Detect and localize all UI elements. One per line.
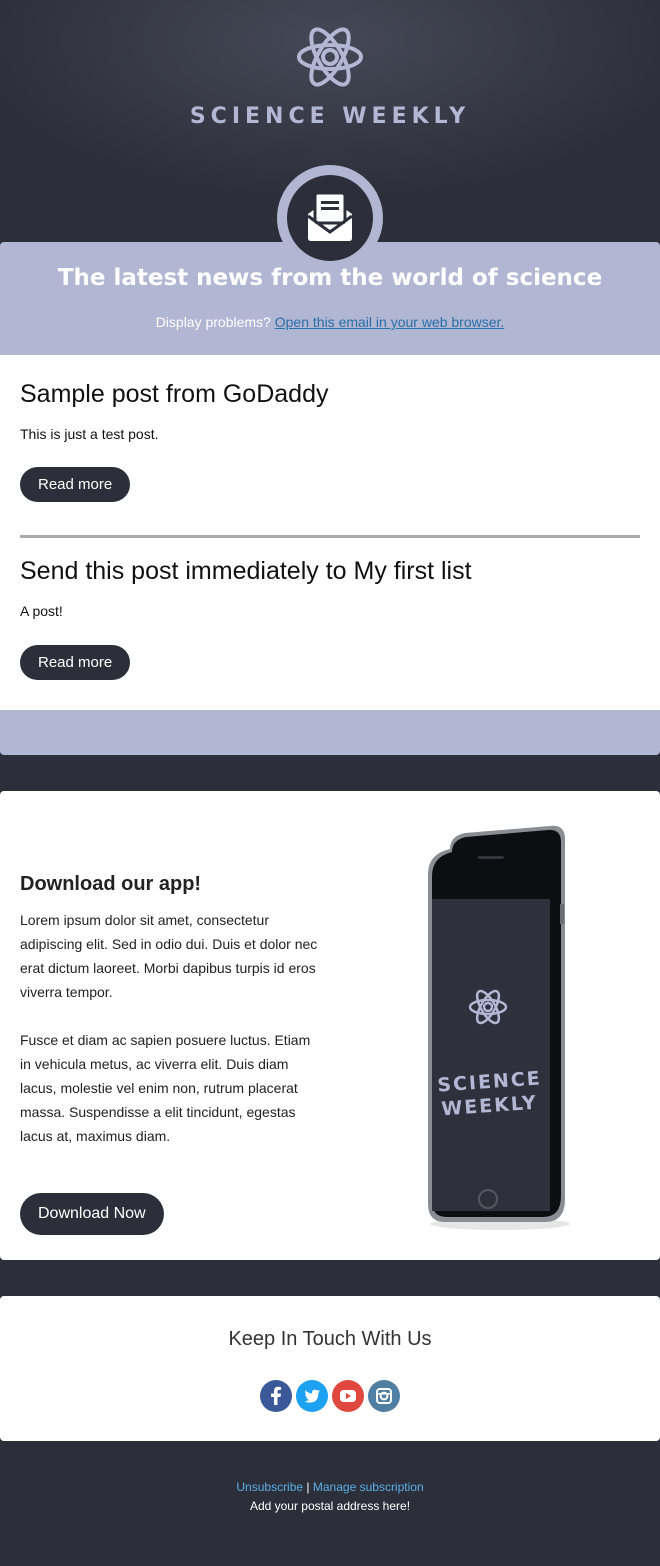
facebook-icon[interactable] (260, 1380, 292, 1412)
phone-image: SCIENCE WEEKLY (428, 825, 570, 1230)
app-title: Download our app! (20, 873, 202, 895)
app-paragraph: Lorem ipsum dolor sit amet, consectetur … (20, 912, 318, 1000)
post-divider (20, 535, 640, 538)
post-excerpt: This is just a test post. (20, 426, 159, 442)
post-title: Sample post from GoDaddy (20, 380, 329, 408)
atom-icon (297, 27, 363, 87)
post-item: Send this post immediately to My first l… (20, 557, 640, 680)
footer-links: Unsubscribe | Manage subscription (0, 1480, 660, 1494)
open-in-browser-link[interactable]: Open this email in your web browser. (275, 314, 505, 330)
post-excerpt: A post! (20, 603, 63, 619)
unsubscribe-link[interactable]: Unsubscribe (236, 1480, 303, 1494)
display-problems-label: Display problems? (155, 314, 271, 330)
keep-in-touch-card: Keep In Touch With Us (0, 1296, 660, 1441)
postal-address: Add your postal address here! (249, 1499, 411, 1513)
instagram-icon[interactable] (368, 1380, 400, 1412)
manage-subscription-link[interactable]: Manage subscription (313, 1480, 424, 1494)
download-now-button[interactable]: Download Now (20, 1193, 164, 1235)
brand-name: SCIENCE WEEKLY (189, 104, 471, 129)
posts-section: Sample post from GoDaddy This is just a … (0, 355, 660, 710)
app-promo-card: Download our app! Lorem ipsum dolor sit … (0, 791, 660, 1260)
read-more-button[interactable]: Read more (20, 645, 131, 680)
footer-separator: | (306, 1480, 310, 1494)
post-title: Send this post immediately to My first l… (20, 557, 472, 585)
open-envelope-icon (307, 191, 353, 241)
keep-in-touch-title: Keep In Touch With Us (228, 1328, 432, 1350)
twitter-icon[interactable] (296, 1380, 328, 1412)
read-more-button[interactable]: Read more (20, 467, 131, 502)
posts-footer-band (0, 710, 660, 755)
banner-headline: The latest news from the world of scienc… (57, 265, 603, 291)
post-item: Sample post from GoDaddy This is just a … (20, 380, 640, 502)
display-problems-line: Display problems? Open this email in you… (0, 314, 660, 330)
youtube-icon[interactable] (332, 1380, 364, 1412)
app-paragraph: Fusce et diam ac sapien posuere luctus. … (20, 1032, 311, 1144)
